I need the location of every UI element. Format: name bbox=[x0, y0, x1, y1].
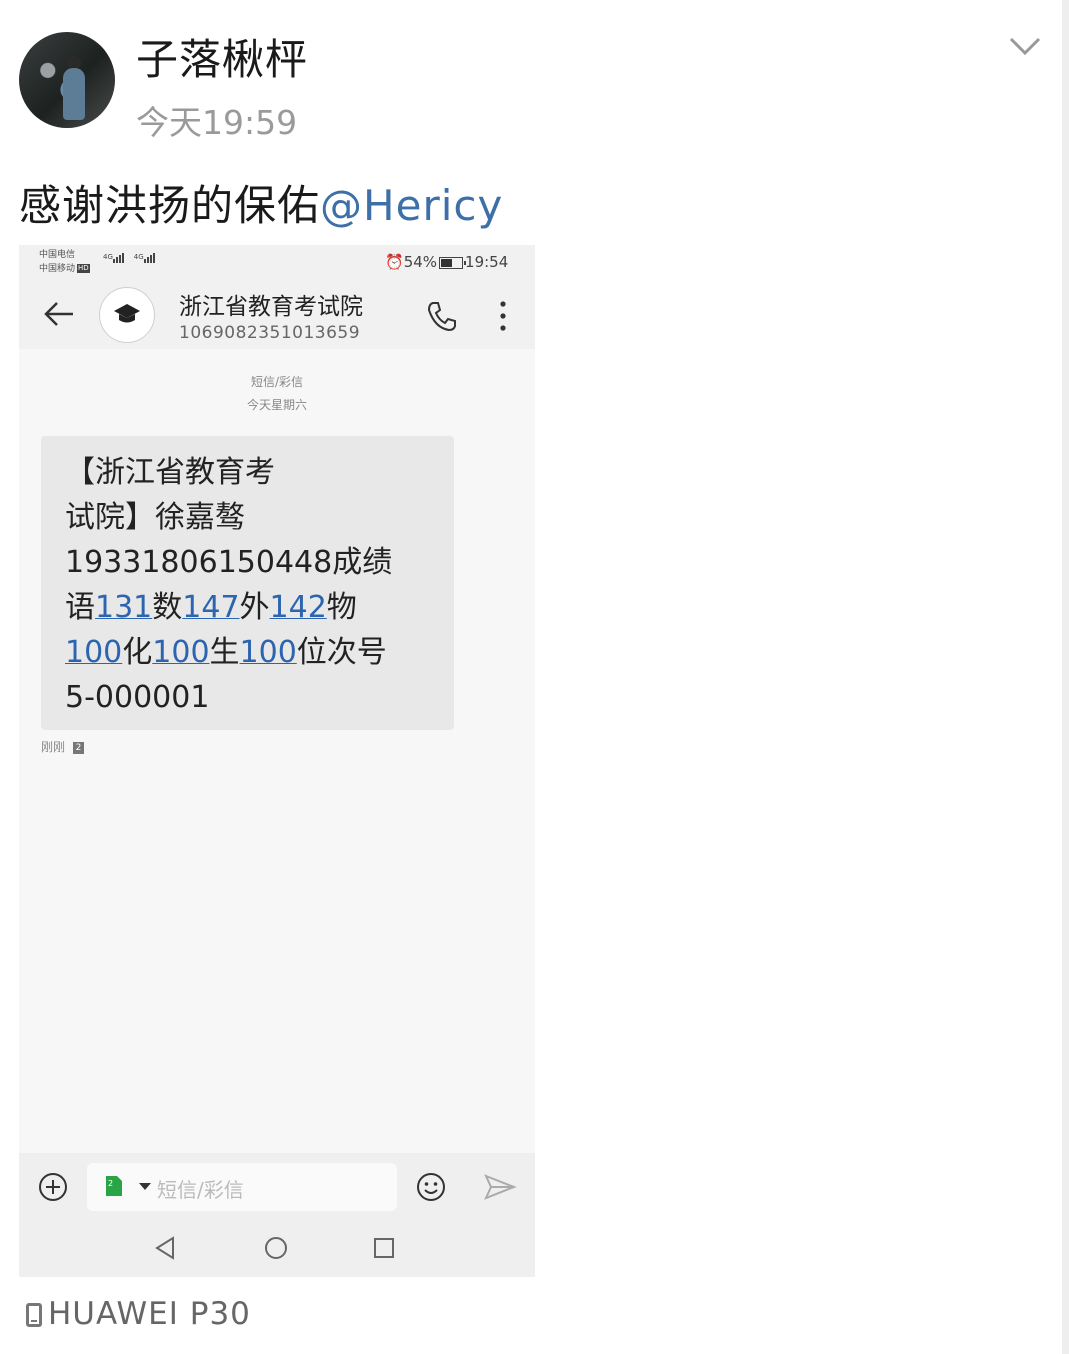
message-input[interactable]: 2 短信/彩信 bbox=[87, 1163, 397, 1211]
sim-badge: 2 bbox=[73, 741, 85, 754]
phone-device-icon bbox=[26, 1303, 42, 1327]
circle-home-icon[interactable] bbox=[263, 1235, 289, 1261]
message-line: 19331806150448成绩 bbox=[65, 545, 393, 580]
device-source: HUAWEI P30 bbox=[26, 1296, 251, 1332]
message-line: 语131数147外142物 bbox=[65, 585, 425, 630]
message-line: 试院】徐嘉骜 bbox=[65, 500, 245, 535]
signal-icon: 4G bbox=[103, 253, 125, 263]
smiley-icon[interactable] bbox=[415, 1171, 447, 1203]
caret-down-icon[interactable] bbox=[139, 1183, 151, 1190]
post-timestamp: 今天19:59 bbox=[136, 103, 298, 142]
subject-label: 语 bbox=[65, 590, 95, 625]
message-composer: 2 短信/彩信 bbox=[19, 1153, 535, 1277]
post-text: 感谢洪扬的保佑@Hericy bbox=[19, 172, 503, 233]
subject-label: 生 bbox=[209, 635, 240, 670]
triangle-back-icon[interactable] bbox=[153, 1235, 179, 1261]
sim-slot-number: 2 bbox=[108, 1179, 113, 1188]
alarm-icon: ⏰ bbox=[385, 253, 404, 271]
carrier-labels: 中国电信 中国移动 HD bbox=[39, 248, 90, 276]
mention-link[interactable]: @Hericy bbox=[320, 181, 503, 230]
phone-icon[interactable] bbox=[425, 299, 459, 333]
hd-badge: HD bbox=[77, 264, 90, 273]
score-link[interactable]: 147 bbox=[182, 590, 239, 625]
status-time: 19:54 bbox=[465, 253, 509, 271]
carrier-1: 中国电信 bbox=[39, 250, 76, 260]
subject-label: 外 bbox=[239, 590, 270, 625]
send-icon[interactable] bbox=[483, 1171, 517, 1203]
plus-circle-icon[interactable] bbox=[37, 1171, 69, 1203]
subject-label: 物 bbox=[326, 590, 357, 625]
system-status: ⏰54% 19:54 bbox=[385, 253, 508, 271]
status-bar: 中国电信 中国移动 HD 4G 4G ⏰54% 19:54 bbox=[19, 245, 535, 279]
conversation-header: 浙江省教育考试院 1069082351013659 bbox=[19, 279, 535, 349]
message-sent-time: 刚刚 2 bbox=[41, 738, 85, 755]
score-link[interactable]: 131 bbox=[95, 590, 152, 625]
signal-indicators: 4G 4G bbox=[103, 253, 162, 263]
battery-icon bbox=[439, 256, 467, 269]
subject-label: 数 bbox=[152, 590, 183, 625]
contact-name: 浙江省教育考试院 bbox=[179, 294, 363, 320]
right-edge-strip bbox=[1062, 0, 1069, 1354]
sim-card-icon[interactable]: 2 bbox=[105, 1175, 123, 1197]
thread-type: 短信/彩信 bbox=[250, 375, 304, 389]
thread-date: 今天星期六 bbox=[246, 398, 307, 412]
square-recent-icon[interactable] bbox=[373, 1237, 395, 1259]
message-text: 【浙江省教育考 试院】徐嘉骜 19331806150448成绩 语131数147… bbox=[65, 450, 425, 720]
more-vertical-icon[interactable] bbox=[497, 299, 509, 333]
carrier-2: 中国移动 bbox=[39, 264, 76, 274]
sent-time-label: 刚刚 bbox=[41, 740, 66, 754]
username[interactable]: 子落楸枰 bbox=[136, 26, 308, 87]
device-label: HUAWEI P30 bbox=[48, 1296, 251, 1332]
message-line: 100化100生100位次号 bbox=[65, 630, 425, 675]
score-link[interactable]: 100 bbox=[65, 635, 122, 670]
score-link[interactable]: 100 bbox=[240, 635, 297, 670]
contact-number: 1069082351013659 bbox=[179, 323, 361, 343]
battery-percent: 54% bbox=[403, 253, 438, 271]
score-link[interactable]: 142 bbox=[270, 590, 327, 625]
graduation-cap-icon bbox=[114, 304, 140, 323]
message-line: 【浙江省教育考 bbox=[65, 455, 275, 490]
sms-screenshot: 中国电信 中国移动 HD 4G 4G ⏰54% 19:54 浙江省教育考试院 106… bbox=[19, 245, 535, 1277]
network-2: 4G bbox=[133, 253, 144, 261]
message-line: 5-000001 bbox=[65, 680, 210, 715]
subject-label: 化 bbox=[122, 635, 153, 670]
score-link[interactable]: 100 bbox=[152, 635, 209, 670]
user-avatar[interactable] bbox=[19, 32, 115, 128]
message-bubble[interactable]: 【浙江省教育考 试院】徐嘉骜 19331806150448成绩 语131数147… bbox=[41, 436, 454, 730]
arrow-left-icon[interactable] bbox=[43, 299, 75, 329]
signal-icon: 4G bbox=[134, 253, 156, 263]
rank-label: 位次号 bbox=[296, 635, 387, 670]
chevron-down-icon[interactable] bbox=[1008, 34, 1042, 58]
network-1: 4G bbox=[103, 253, 113, 261]
input-placeholder: 短信/彩信 bbox=[157, 1178, 244, 1202]
contact-avatar[interactable] bbox=[99, 287, 155, 343]
post-text-body: 感谢洪扬的保佑 bbox=[19, 181, 321, 230]
